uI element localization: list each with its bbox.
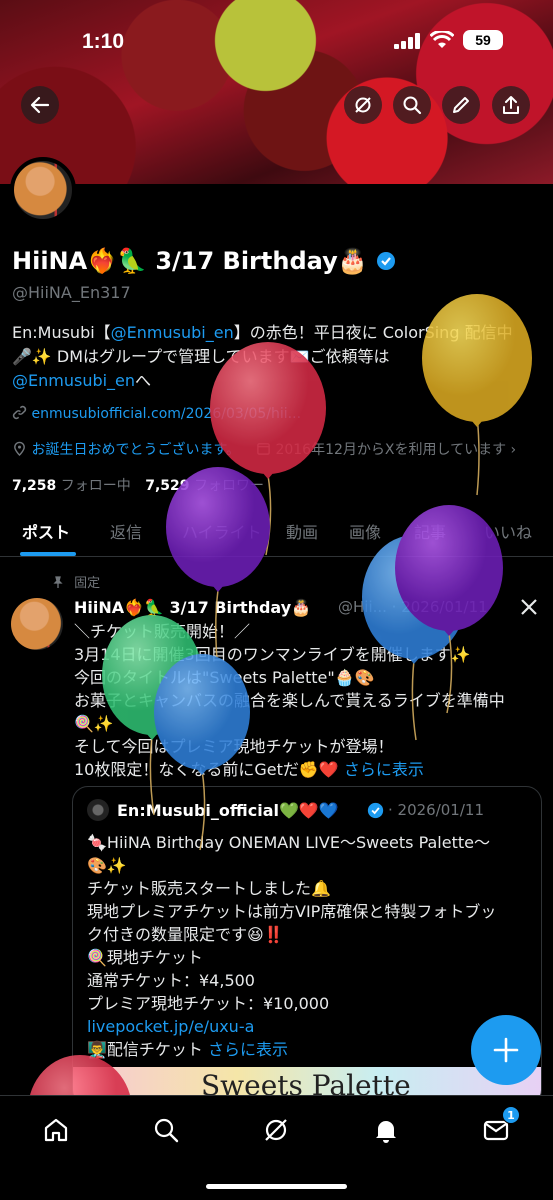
cellular-signal-icon	[394, 33, 420, 49]
tweet-line: ＼チケット販売開始！／	[74, 622, 251, 641]
quote-line: 通常チケット：¥4,500	[87, 971, 255, 990]
profile-website: enmusubiofficial.com/2026/03/05/hii...	[12, 405, 301, 422]
follow-counts: 7,258 フォロー中 7,529 フォロワー	[12, 475, 264, 495]
nav-notifications[interactable]	[368, 1112, 404, 1148]
profile-handle: @HiiNA_En317	[12, 283, 131, 302]
tab-replies[interactable]: 返信	[110, 519, 142, 543]
share-icon	[503, 96, 519, 114]
tab-images[interactable]: 画像	[349, 519, 381, 543]
tweet-line: 🍭✨	[74, 714, 114, 733]
wifi-icon	[430, 31, 454, 48]
website-link[interactable]: enmusubiofficial.com/2026/03/05/hii...	[31, 406, 301, 422]
edit-button[interactable]	[442, 86, 480, 124]
nav-home[interactable]	[38, 1112, 74, 1148]
share-button[interactable]	[492, 86, 530, 124]
quote-line: 🍬HiiNA Birthday ONEMAN LIVE〜Sweets Palet…	[87, 833, 490, 852]
link-icon	[12, 405, 27, 420]
followers-label: フォロワー	[193, 478, 264, 494]
back-button[interactable]	[21, 86, 59, 124]
bio-text: 🎤✨ DMはグループで管理しています✉️ご依頼等は	[12, 347, 390, 366]
status-bar: 1:10 59	[0, 18, 553, 62]
quote-body: 🍬HiiNA Birthday ONEMAN LIVE〜Sweets Palet…	[87, 831, 496, 1061]
grok-button[interactable]	[344, 86, 382, 124]
nav-messages[interactable]: 1	[478, 1106, 520, 1148]
tab-likes[interactable]: いいね	[484, 519, 532, 543]
following-count: 7,258	[12, 478, 57, 494]
pinned-label: 固定	[52, 572, 100, 591]
bio-text: 】の赤色！平日夜に ColorSing 配信中	[233, 323, 513, 342]
x-logo-icon	[521, 599, 537, 615]
tweet-line: 今回のタイトルは"Sweets Palette"🧁🎨	[74, 668, 375, 687]
active-tab-indicator	[20, 552, 76, 556]
search-icon	[154, 1118, 179, 1143]
tweet-avatar[interactable]	[11, 598, 63, 650]
following-link[interactable]: 7,258 フォロー中	[12, 478, 131, 494]
joined-text: 2016年12月からXを利用しています	[275, 442, 507, 458]
profile-bio: En:Musubi【@Enmusubi_en】の赤色！平日夜に ColorSin…	[12, 321, 542, 393]
quote-line: 👨‍🏫配信チケット	[87, 1040, 203, 1059]
followers-link[interactable]: 7,529 フォロワー	[145, 478, 264, 494]
nav-grok[interactable]	[258, 1112, 294, 1148]
battery-indicator: 59	[463, 30, 503, 50]
pencil-icon	[453, 97, 469, 113]
messages-badge: 1	[502, 1106, 520, 1124]
quote-show-more-link[interactable]: さらに表示	[208, 1040, 288, 1059]
tweet-body: ＼チケット販売開始！／ 3月14日に開催3回目のワンマンライブを開催します✨ 今…	[74, 620, 505, 781]
tweet-line: 10枚限定！なくなる前にGetだ✊❤️	[74, 760, 339, 779]
tweet-line: そして今回はプレミア現地チケットが登場！	[74, 737, 394, 756]
tweet-line: 3月14日に開催3回目のワンマンライブを開催します✨	[74, 645, 471, 664]
home-icon	[44, 1118, 68, 1142]
verified-badge-icon	[376, 252, 395, 270]
profile-tabs: ポスト 返信 ハイライト 動画 画像 記事 いいね	[0, 505, 553, 557]
compose-button[interactable]	[471, 1015, 541, 1085]
profile-joined: 2016年12月からXを利用しています ›	[256, 439, 516, 459]
quote-link[interactable]: livepocket.jp/e/uxu-a	[87, 1015, 496, 1038]
quote-line: 🍭現地チケット	[87, 948, 203, 967]
tab-highlights[interactable]: ハイライト	[182, 519, 262, 543]
verified-badge-icon	[367, 802, 384, 819]
quote-line: チケット販売スタートしました🔔	[87, 879, 331, 898]
bio-mention-link[interactable]: @Enmusubi_en	[111, 323, 234, 342]
bio-text: へ	[135, 371, 152, 390]
bio-mention-link[interactable]: @Enmusubi_en	[12, 371, 135, 390]
profile-avatar[interactable]	[10, 157, 76, 223]
quote-line: 現地プレミアチケットは前方VIP席確保と特製フォトブッ	[87, 902, 497, 921]
pinned-text: 固定	[74, 576, 101, 591]
followers-count: 7,529	[145, 478, 190, 494]
quote-author: En:Musubi_official💚❤️💙	[117, 801, 339, 820]
search-button[interactable]	[393, 86, 431, 124]
quote-line: 🎨✨	[87, 856, 127, 875]
arrow-left-icon	[30, 96, 50, 114]
tweet-line: お菓子とキャンバスの融合を楽しんで貰えるライブを準備中	[74, 691, 505, 710]
quote-line: ク付きの数量限定です😆‼️	[87, 925, 284, 944]
tweet-handle-date: @Hii... · 2026/01/11	[338, 598, 488, 616]
tab-posts[interactable]: ポスト	[22, 519, 70, 543]
chevron-right-icon: ›	[510, 442, 517, 458]
profile-birthday: お誕生日おめでとうございます。	[12, 439, 240, 459]
bio-text: En:Musubi【	[12, 323, 111, 342]
pin-icon	[53, 576, 63, 588]
grok-icon	[265, 1119, 287, 1141]
quote-date: · 2026/01/11	[388, 801, 484, 819]
quote-line: プレミア現地チケット：¥10,000	[87, 994, 330, 1013]
quote-avatar	[87, 799, 109, 821]
bell-icon	[376, 1121, 396, 1143]
profile-name-text: HiiNA❤️‍🔥🦜 3/17 Birthday🎂	[12, 247, 368, 275]
status-time: 1:10	[82, 30, 125, 53]
nav-search[interactable]	[148, 1112, 184, 1148]
following-label: フォロー中	[60, 478, 131, 494]
tab-articles[interactable]: 記事	[414, 519, 446, 543]
profile-name: HiiNA❤️‍🔥🦜 3/17 Birthday🎂	[12, 247, 396, 275]
tweet-author[interactable]: HiiNA❤️‍🔥🦜 3/17 Birthday🎂	[74, 596, 311, 619]
grok-icon	[355, 97, 371, 113]
search-icon	[403, 96, 422, 115]
tab-videos[interactable]: 動画	[286, 519, 318, 543]
home-indicator	[206, 1184, 347, 1189]
show-more-link[interactable]: さらに表示	[344, 760, 424, 779]
location-pin-icon	[14, 441, 25, 457]
calendar-icon	[257, 443, 270, 455]
birthday-text[interactable]: お誕生日おめでとうございます。	[31, 442, 240, 458]
plus-icon	[493, 1037, 519, 1063]
